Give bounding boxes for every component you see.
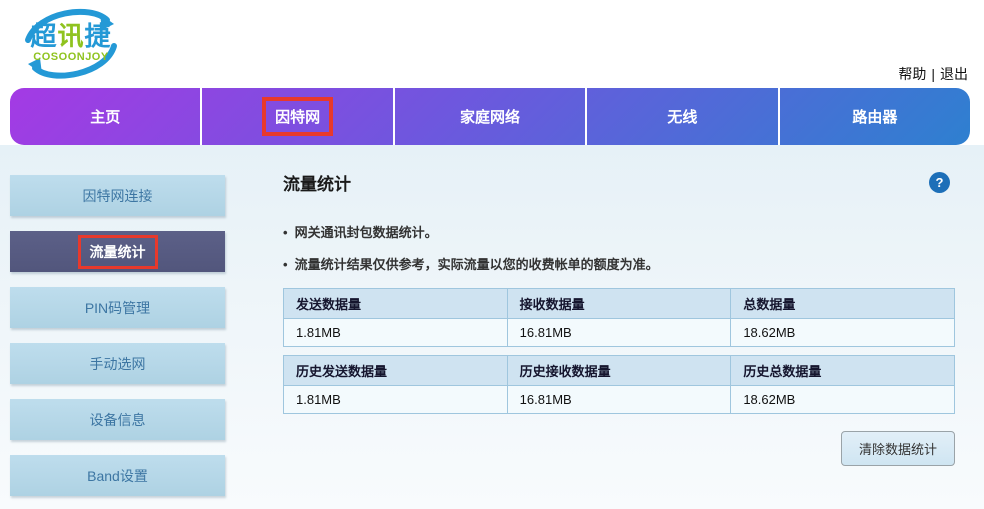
- sidebar-item-device-info[interactable]: 设备信息: [10, 399, 225, 440]
- page-title: 流量统计: [283, 175, 351, 194]
- column-header: 接收数据量: [506, 288, 732, 319]
- table-header-row: 发送数据量 接收数据量 总数据量: [283, 288, 955, 319]
- sidebar-item-traffic-statistics[interactable]: 流量统计: [10, 231, 225, 272]
- main-nav: 主页 因特网 家庭网络 无线 路由器: [10, 88, 970, 145]
- link-separator: |: [931, 66, 935, 82]
- nav-tab-label: 路由器: [852, 109, 898, 126]
- table-header-row: 历史发送数据量 历史接收数据量 历史总数据量: [283, 355, 955, 386]
- column-header: 历史接收数据量: [506, 355, 732, 386]
- history-traffic-table: 历史发送数据量 历史接收数据量 历史总数据量 1.81MB 16.81MB 18…: [283, 355, 955, 414]
- logo-char: 捷: [84, 21, 112, 51]
- logo-char: 超: [30, 21, 58, 51]
- table-cell: 16.81MB: [506, 385, 732, 414]
- logout-link[interactable]: 退出: [940, 66, 968, 82]
- sidebar-item-label: 手动选网: [89, 355, 146, 372]
- column-header: 历史总数据量: [730, 355, 955, 386]
- current-traffic-table: 发送数据量 接收数据量 总数据量 1.81MB 16.81MB 18.62MB: [283, 288, 955, 347]
- nav-tab-wireless[interactable]: 无线: [587, 88, 780, 145]
- table-cell: 18.62MB: [730, 318, 955, 347]
- top-links: 帮助 | 退出: [898, 64, 968, 84]
- table-row: 1.81MB 16.81MB 18.62MB: [283, 318, 955, 347]
- column-header: 发送数据量: [283, 288, 508, 319]
- sidebar-item-pin-management[interactable]: PIN码管理: [10, 287, 225, 328]
- nav-tab-label: 主页: [90, 109, 121, 126]
- logo-char: 讯: [57, 21, 85, 51]
- logo-title: 超讯捷: [25, 22, 117, 50]
- annotation-highlight-box: 流量统计: [77, 234, 158, 269]
- nav-tab-label: 无线: [667, 109, 698, 126]
- table-row: 1.81MB 16.81MB 18.62MB: [283, 385, 955, 414]
- nav-tab-internet[interactable]: 因特网: [202, 88, 395, 145]
- topbar: 超讯捷 COSOONJOY 帮助 | 退出: [0, 0, 984, 88]
- content-header: 流量统计 ?: [283, 170, 955, 195]
- sidebar-item-manual-network-select[interactable]: 手动选网: [10, 343, 225, 384]
- logo-subtitle: COSOONJOY: [33, 51, 109, 63]
- table-cell: 1.81MB: [283, 385, 508, 414]
- help-question-icon[interactable]: ?: [929, 172, 950, 193]
- column-header: 历史发送数据量: [283, 355, 508, 386]
- sidebar-item-label: PIN码管理: [84, 299, 151, 316]
- sidebar: 因特网连接 流量统计 PIN码管理 手动选网 设备信息 Band设置: [10, 175, 225, 509]
- clear-statistics-button[interactable]: 清除数据统计: [840, 431, 955, 466]
- sidebar-item-internet-connection[interactable]: 因特网连接: [10, 175, 225, 216]
- help-link[interactable]: 帮助: [898, 66, 926, 82]
- notes-list: 网关通讯封包数据统计。 流量统计结果仅供参考，实际流量以您的收费帐单的额度为准。: [283, 222, 955, 273]
- nav-tab-home-network[interactable]: 家庭网络: [395, 88, 588, 145]
- table-cell: 18.62MB: [730, 385, 955, 414]
- sidebar-item-label: 设备信息: [89, 411, 146, 428]
- table-cell: 16.81MB: [506, 318, 732, 347]
- button-row: 清除数据统计: [283, 431, 955, 466]
- nav-tab-home[interactable]: 主页: [10, 88, 203, 145]
- nav-tab-label: 因特网: [275, 109, 321, 126]
- nav-tab-router[interactable]: 路由器: [780, 88, 970, 145]
- sidebar-item-label: 流量统计: [89, 243, 146, 260]
- nav-tab-label: 家庭网络: [460, 109, 521, 126]
- table-cell: 1.81MB: [283, 318, 508, 347]
- sidebar-item-label: 因特网连接: [82, 187, 153, 204]
- router-admin-page: 超讯捷 COSOONJOY 帮助 | 退出 主页 因特网 家庭网络 无线 路由器 因…: [0, 0, 984, 509]
- logo: 超讯捷 COSOONJOY: [14, 4, 128, 84]
- column-header: 总数据量: [730, 288, 955, 319]
- note-item: 网关通讯封包数据统计。: [283, 222, 955, 241]
- note-item: 流量统计结果仅供参考，实际流量以您的收费帐单的额度为准。: [283, 254, 955, 273]
- sidebar-item-label: Band设置: [87, 467, 148, 484]
- annotation-highlight-box: 因特网: [262, 97, 334, 136]
- main-content: 流量统计 ? 网关通讯封包数据统计。 流量统计结果仅供参考，实际流量以您的收费帐…: [283, 160, 955, 466]
- sidebar-item-band-settings[interactable]: Band设置: [10, 455, 225, 496]
